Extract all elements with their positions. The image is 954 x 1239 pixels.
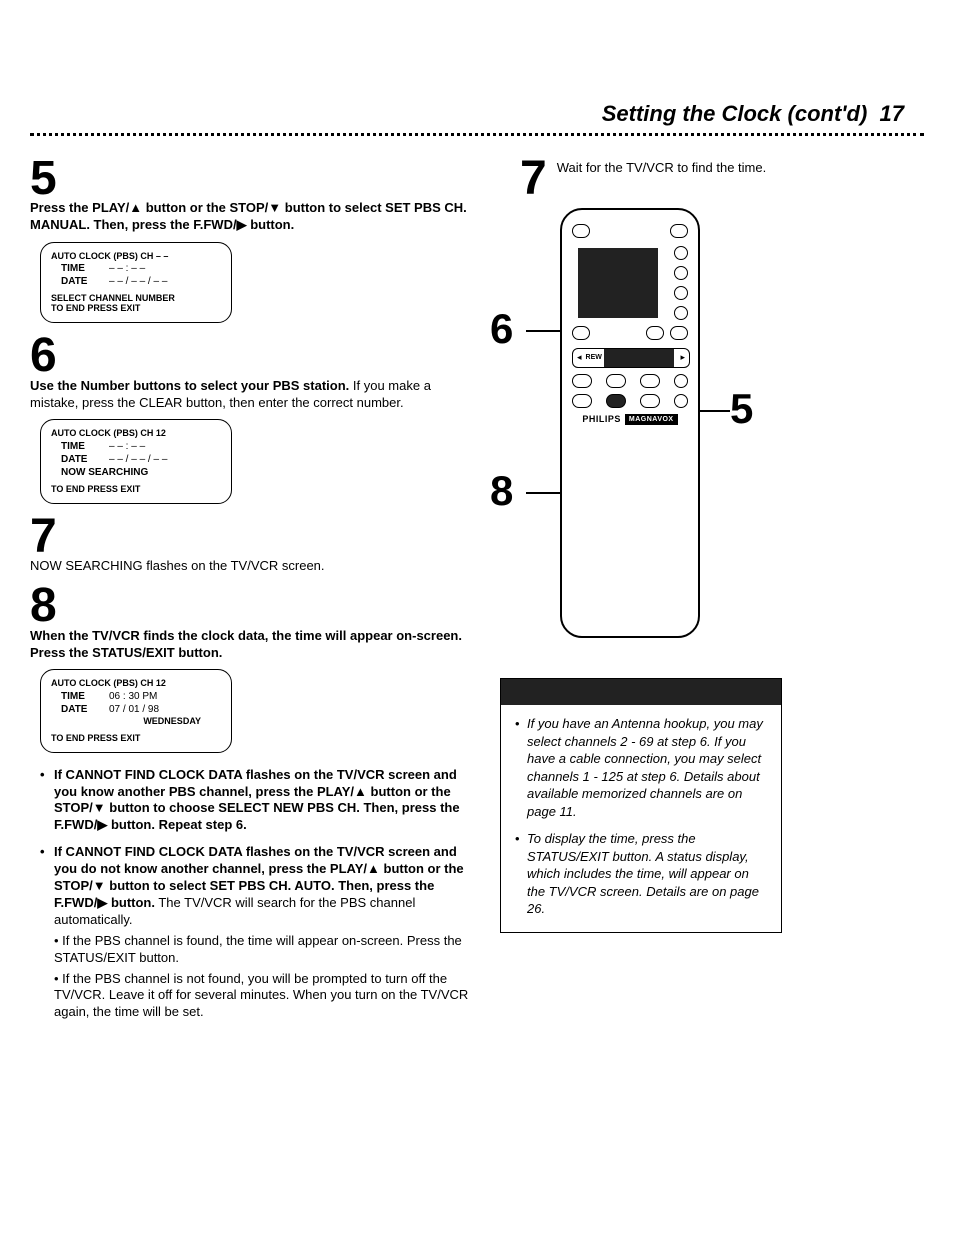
up-triangle-icon — [129, 200, 142, 215]
step-7-left-text: NOW SEARCHING flashes on the TV/VCR scre… — [30, 558, 470, 575]
ch-up-icon — [674, 266, 688, 280]
step-5-number: 5 — [30, 160, 470, 198]
fn-button-icon — [674, 374, 688, 388]
step-6-number: 6 — [30, 337, 470, 375]
bullet-2: If CANNOT FIND CLOCK DATA flashes on the… — [40, 844, 470, 1021]
tipbox-header — [501, 679, 781, 705]
callout-8: 8 — [490, 470, 513, 512]
osd-screen-1: AUTO CLOCK (PBS) CH – – TIME– – : – – DA… — [40, 242, 232, 323]
side-button-icon — [674, 246, 688, 260]
helpful-hints-box: If you have an Antenna hookup, you may s… — [500, 678, 782, 933]
osd-screen-3: AUTO CLOCK (PBS) CH 12 TIME06 : 30 PM DA… — [40, 669, 232, 752]
vol-icon — [674, 306, 688, 320]
tv-vcr-button-icon — [670, 224, 688, 238]
page-number: 17 — [880, 101, 904, 126]
transport-bar-icon: ◂ REW ▸ — [572, 348, 690, 368]
remote-illustration: 6 5 8 — [480, 208, 924, 648]
fn-button-icon — [674, 394, 688, 408]
callout-5: 5 — [730, 388, 753, 430]
remote-brand: PHILIPSMAGNAVOX — [572, 414, 688, 426]
sub-bullet-1: • If the PBS channel is found, the time … — [54, 933, 470, 967]
step-7-right: 7 Wait for the TV/VCR to find the time. — [520, 156, 924, 198]
troubleshoot-list: If CANNOT FIND CLOCK DATA flashes on the… — [30, 767, 470, 1021]
title-text: Setting the Clock (cont'd) — [602, 101, 868, 126]
fn-button-icon — [572, 394, 592, 408]
down-triangle-icon — [268, 200, 281, 215]
number-keypad-icon — [578, 248, 658, 318]
step-8-text: When the TV/VCR finds the clock data, th… — [30, 628, 470, 662]
volume-button-icon — [670, 326, 688, 340]
down-triangle-icon — [93, 878, 106, 893]
ch-dn-icon — [674, 286, 688, 300]
mute-button-icon — [646, 326, 664, 340]
right-triangle-icon — [97, 895, 107, 910]
tip-1: If you have an Antenna hookup, you may s… — [515, 715, 767, 820]
status-exit-button-icon — [606, 394, 626, 408]
bullet-1: If CANNOT FIND CLOCK DATA flashes on the… — [40, 767, 470, 835]
step-8-number: 8 — [30, 587, 470, 625]
dotted-rule — [30, 133, 924, 136]
tip-2: To display the time, press the STATUS/EX… — [515, 830, 767, 918]
fn-button-icon — [640, 374, 660, 388]
step-7-left-number: 7 — [30, 518, 470, 556]
up-triangle-icon — [354, 784, 367, 799]
up-triangle-icon — [367, 861, 380, 876]
remote-control-icon: ◂ REW ▸ PHILIPSMA — [560, 208, 700, 638]
fn-button-icon — [572, 374, 592, 388]
step-5-text: Press the PLAY/ button or the STOP/ butt… — [30, 200, 470, 234]
right-triangle-icon — [237, 217, 247, 232]
speed-button-icon — [572, 326, 590, 340]
down-triangle-icon — [93, 800, 106, 815]
page-title: Setting the Clock (cont'd) 17 — [30, 100, 904, 129]
fn-button-icon — [606, 374, 626, 388]
sub-bullet-2: • If the PBS channel is not found, you w… — [54, 971, 470, 1022]
fn-button-icon — [640, 394, 660, 408]
osd-screen-2: AUTO CLOCK (PBS) CH 12 TIME– – : – – DAT… — [40, 419, 232, 504]
power-button-icon — [572, 224, 590, 238]
right-triangle-icon — [97, 817, 107, 832]
step-6-text: Use the Number buttons to select your PB… — [30, 378, 470, 412]
callout-6: 6 — [490, 308, 513, 350]
